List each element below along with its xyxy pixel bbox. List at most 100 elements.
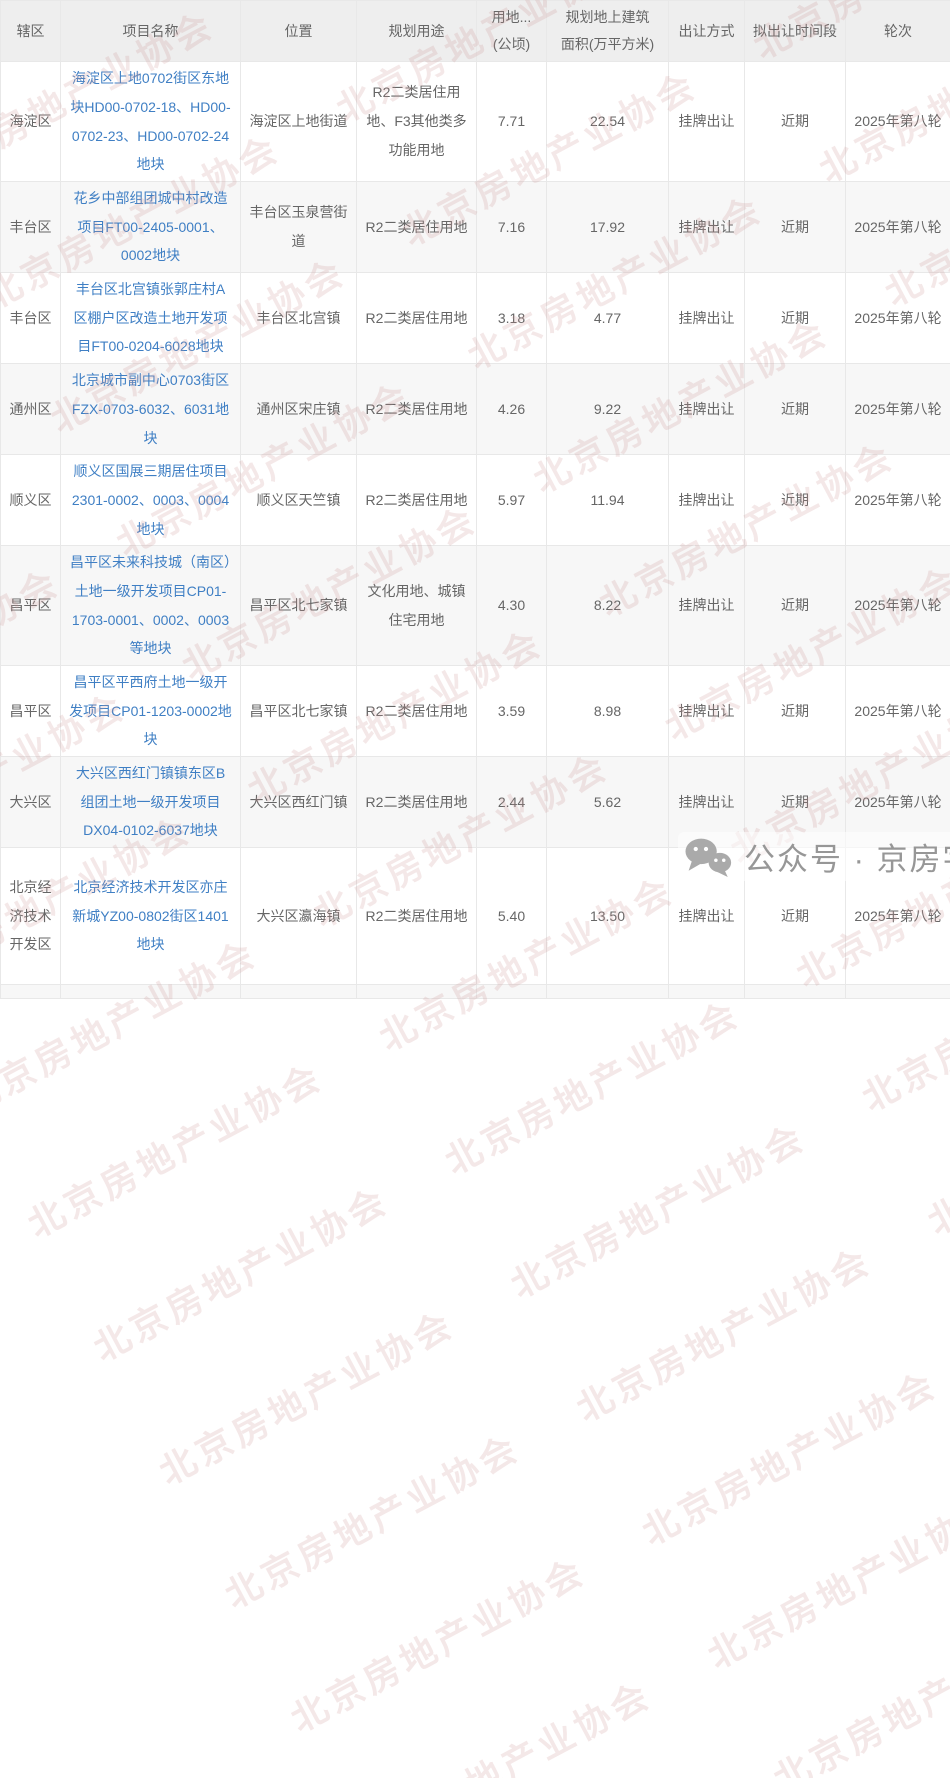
cell-project: 顺义区国展三期居住项目2301-0002、0003、0004地块 (61, 455, 241, 546)
cell-method: 挂牌出让 (669, 62, 745, 182)
cell-location: 顺义区天竺镇 (241, 455, 357, 546)
cell-district: 通州区 (1, 364, 61, 455)
cell-method: 挂牌出让 (669, 182, 745, 273)
table-row: 丰台区丰台区北宫镇张郭庄村A区棚户区改造土地开发项目FT00-0204-6028… (1, 273, 950, 364)
project-link[interactable]: 丰台区北宫镇张郭庄村A区棚户区改造土地开发项目FT00-0204-6028地块 (69, 275, 232, 361)
column-header-district: 辖区 (1, 1, 61, 62)
cell-empty (61, 985, 241, 999)
project-link[interactable]: 昌平区未来科技城（南区）土地一级开发项目CP01-1703-0001、0002、… (69, 548, 232, 663)
cell-usage: R2二类居住用地 (357, 273, 477, 364)
cell-usage: 文化用地、城镇住宅用地 (357, 546, 477, 666)
table-row: 丰台区花乡中部组团城中村改造项目FT00-2405-0001、0002地块丰台区… (1, 182, 950, 273)
cell-location: 丰台区玉泉营街道 (241, 182, 357, 273)
cell-area: 2.44 (477, 757, 547, 848)
watermark-text: 北京房地产业协会 (17, 1048, 331, 1248)
cell-location: 通州区宋庄镇 (241, 364, 357, 455)
cell-gfa: 5.62 (547, 757, 669, 848)
watermark-text: 北京房地产业协会 (632, 1356, 946, 1556)
cell-area: 5.97 (477, 455, 547, 546)
column-header-location: 位置 (241, 1, 357, 62)
cell-district: 昌平区 (1, 546, 61, 666)
table-row: 通州区北京城市副中心0703街区FZX-0703-6032、6031地块通州区宋… (1, 364, 950, 455)
cell-district: 丰台区 (1, 273, 61, 364)
cell-method: 挂牌出让 (669, 455, 745, 546)
cell-round: 2025年第八轮 (846, 62, 950, 182)
cell-period: 近期 (745, 182, 846, 273)
cell-area: 7.71 (477, 62, 547, 182)
table-header-row: 辖区项目名称位置规划用途用地... (公顷)规划地上建筑 面积(万平方米)出让方… (1, 1, 950, 62)
cell-period: 近期 (745, 62, 846, 182)
project-link[interactable]: 昌平区平西府土地一级开发项目CP01-1203-0002地块 (69, 668, 232, 754)
cell-location: 昌平区北七家镇 (241, 666, 357, 757)
cell-district: 大兴区 (1, 757, 61, 848)
cell-round: 2025年第八轮 (846, 455, 950, 546)
cell-usage: R2二类居住用地 (357, 455, 477, 546)
cell-district: 海淀区 (1, 62, 61, 182)
cell-project: 海淀区上地0702街区东地块HD00-0702-18、HD00-0702-23、… (61, 62, 241, 182)
column-header-round: 轮次 (846, 1, 950, 62)
cell-empty (846, 985, 950, 999)
project-link[interactable]: 大兴区西红门镇镇东区B组团土地一级开发项目DX04-0102-6037地块 (69, 759, 232, 845)
cell-district: 丰台区 (1, 182, 61, 273)
project-link[interactable]: 花乡中部组团城中村改造项目FT00-2405-0001、0002地块 (69, 184, 232, 270)
badge-label: 公众号 · 京房字 (744, 834, 950, 879)
cell-project: 昌平区未来科技城（南区）土地一级开发项目CP01-1703-0001、0002、… (61, 546, 241, 666)
cell-round: 2025年第八轮 (846, 273, 950, 364)
cell-area: 3.59 (477, 666, 547, 757)
cell-period: 近期 (745, 666, 846, 757)
cell-area: 3.18 (477, 273, 547, 364)
column-header-method: 出让方式 (669, 1, 745, 62)
column-header-period: 拟出让时间段 (745, 1, 846, 62)
watermark-text: 北京房地产业协会 (566, 1232, 880, 1432)
watermark-text: 北京房地产业协会 (346, 1666, 660, 1778)
cell-empty (745, 985, 846, 999)
cell-district: 北京经济技术开发区 (1, 848, 61, 985)
table-row-partial (1, 985, 950, 999)
cell-area: 4.30 (477, 546, 547, 666)
cell-method: 挂牌出让 (669, 273, 745, 364)
cell-area: 5.40 (477, 848, 547, 985)
cell-period: 近期 (745, 546, 846, 666)
wechat-icon (684, 837, 732, 877)
cell-gfa: 13.50 (547, 848, 669, 985)
table-row: 昌平区昌平区未来科技城（南区）土地一级开发项目CP01-1703-0001、00… (1, 546, 950, 666)
watermark-text: 北京房地产业协会 (829, 1727, 950, 1778)
project-link[interactable]: 海淀区上地0702街区东地块HD00-0702-18、HD00-0702-23、… (69, 64, 232, 179)
cell-usage: R2二类居住用地 (357, 666, 477, 757)
cell-district: 昌平区 (1, 666, 61, 757)
cell-district: 顺义区 (1, 455, 61, 546)
cell-period: 近期 (745, 455, 846, 546)
cell-usage: R2二类居住用地 (357, 182, 477, 273)
cell-gfa: 8.22 (547, 546, 669, 666)
cell-round: 2025年第八轮 (846, 666, 950, 757)
project-link[interactable]: 北京经济技术开发区亦庄新城YZ00-0802街区1401地块 (69, 873, 232, 959)
cell-location: 海淀区上地街道 (241, 62, 357, 182)
cell-usage: R2二类居住用地 (357, 364, 477, 455)
cell-location: 大兴区西红门镇 (241, 757, 357, 848)
cell-usage: R2二类居住用地 (357, 757, 477, 848)
cell-empty (241, 985, 357, 999)
table-header: 辖区项目名称位置规划用途用地... (公顷)规划地上建筑 面积(万平方米)出让方… (1, 1, 950, 62)
cell-gfa: 22.54 (547, 62, 669, 182)
column-header-area: 用地... (公顷) (477, 1, 547, 62)
cell-project: 花乡中部组团城中村改造项目FT00-2405-0001、0002地块 (61, 182, 241, 273)
table-row: 海淀区海淀区上地0702街区东地块HD00-0702-18、HD00-0702-… (1, 62, 950, 182)
cell-empty (357, 985, 477, 999)
cell-usage: R2二类居住用地、F3其他类多功能用地 (357, 62, 477, 182)
column-header-project: 项目名称 (61, 1, 241, 62)
project-link[interactable]: 北京城市副中心0703街区FZX-0703-6032、6031地块 (69, 366, 232, 452)
cell-round: 2025年第八轮 (846, 546, 950, 666)
project-link[interactable]: 顺义区国展三期居住项目2301-0002、0003、0004地块 (69, 457, 232, 543)
column-header-gfa: 规划地上建筑 面积(万平方米) (547, 1, 669, 62)
cell-project: 大兴区西红门镇镇东区B组团土地一级开发项目DX04-0102-6037地块 (61, 757, 241, 848)
cell-empty (1, 985, 61, 999)
cell-method: 挂牌出让 (669, 364, 745, 455)
wechat-official-account-badge: 公众号 · 京房字 (678, 832, 950, 881)
cell-project: 丰台区北宫镇张郭庄村A区棚户区改造土地开发项目FT00-0204-6028地块 (61, 273, 241, 364)
watermark-text: 北京房地产业协会 (697, 1479, 950, 1679)
cell-project: 北京经济技术开发区亦庄新城YZ00-0802街区1401地块 (61, 848, 241, 985)
cell-gfa: 11.94 (547, 455, 669, 546)
cell-period: 近期 (745, 364, 846, 455)
cell-project: 北京城市副中心0703街区FZX-0703-6032、6031地块 (61, 364, 241, 455)
watermark-text: 北京房地产业协会 (434, 985, 748, 1185)
